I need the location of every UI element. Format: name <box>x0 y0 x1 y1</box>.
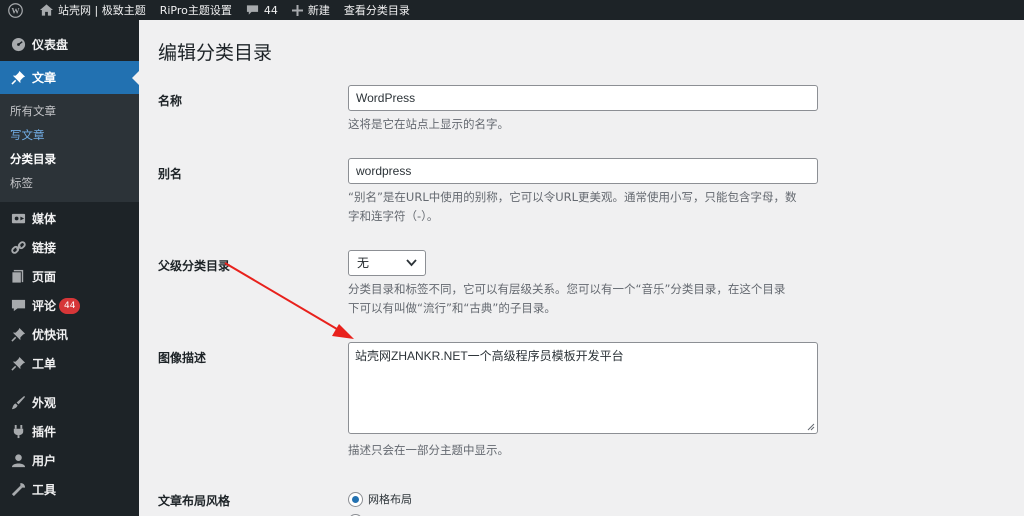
slug-description-line-1: “别名”是在URL中使用的别称，它可以令URL更美观。通常使用小写，只能包含字母… <box>348 190 797 204</box>
menu-comments-label: 评论 <box>32 299 57 313</box>
admin-sidebar: 仪表盘 文章 所有文章 写文章 分类目录 标签 媒体 链接 页面 评论 44 优… <box>0 20 139 516</box>
site-name: 站壳网 | 极致主题 <box>58 4 146 17</box>
site-name-menu[interactable]: 站壳网 | 极致主题 <box>33 0 153 20</box>
menu-comments[interactable]: 评论 44 <box>0 291 139 320</box>
chevron-down-icon <box>406 259 417 267</box>
parent-description-line-1: 分类目录和标签不同，它可以有层级关系。您可以有一个“音乐”分类目录，在这个目录 <box>348 282 786 296</box>
comment-bubble-icon <box>246 5 258 15</box>
menu-media-label: 媒体 <box>32 212 57 226</box>
menu-users-label: 用户 <box>32 454 57 468</box>
submenu-categories[interactable]: 分类目录 <box>0 147 139 171</box>
layout-option-grid-label: 网格布局 <box>368 493 412 506</box>
menu-tools-label: 工具 <box>32 483 57 497</box>
wrench-icon <box>10 482 26 498</box>
submenu-all-posts[interactable]: 所有文章 <box>0 99 139 123</box>
name-input[interactable]: WordPress <box>348 85 818 111</box>
pushpin-icon <box>10 356 26 372</box>
menu-plugins[interactable]: 插件 <box>0 417 139 446</box>
menu-posts[interactable]: 文章 <box>0 61 139 94</box>
comments-count: 44 <box>263 3 278 17</box>
theme-settings-menu[interactable]: RiPro主题设置 <box>153 0 239 20</box>
menu-media[interactable]: 媒体 <box>0 204 139 233</box>
menu-appearance-label: 外观 <box>32 396 57 410</box>
new-content-menu[interactable]: 新建 <box>285 0 337 20</box>
pushpin-icon <box>10 327 26 343</box>
theme-settings-label: RiPro主题设置 <box>159 4 232 17</box>
resize-handle-icon[interactable] <box>807 423 815 431</box>
plug-icon <box>10 424 26 440</box>
wordpress-logo-icon: W <box>8 2 23 18</box>
pushpin-icon <box>10 70 26 86</box>
pages-icon <box>10 269 26 285</box>
dashboard-gauge-icon <box>10 37 26 53</box>
page-title: 编辑分类目录 <box>158 42 273 64</box>
slug-description-line-2: 字和连字符（-）。 <box>348 209 439 223</box>
menu-dashboard-label: 仪表盘 <box>32 38 69 52</box>
media-icon <box>10 211 26 227</box>
posts-submenu: 所有文章 写文章 分类目录 标签 <box>0 94 139 202</box>
menu-youkuaixun[interactable]: 优快讯 <box>0 320 139 349</box>
image-description-label: 图像描述 <box>158 351 207 365</box>
name-label: 名称 <box>158 94 183 108</box>
menu-youkuaixun-label: 优快讯 <box>32 328 69 342</box>
view-category-label: 查看分类目录 <box>343 4 410 17</box>
user-icon <box>10 453 26 469</box>
view-category-link[interactable]: 查看分类目录 <box>337 0 417 20</box>
link-icon <box>10 240 26 256</box>
parent-category-select[interactable]: 无 <box>348 250 426 276</box>
new-label: 新建 <box>307 4 330 17</box>
admin-bar: W 站壳网 | 极致主题 RiPro主题设置 44 新建 查看分类目录 <box>0 0 1024 20</box>
menu-tools[interactable]: 工具 <box>0 475 139 504</box>
paintbrush-icon <box>10 395 26 411</box>
wordpress-logo-menu[interactable]: W <box>0 0 33 20</box>
name-description: 这将是它在站点上显示的名字。 <box>348 117 509 131</box>
submenu-write-post[interactable]: 写文章 <box>0 123 139 147</box>
menu-pages-label: 页面 <box>32 270 57 284</box>
slug-label: 别名 <box>158 167 183 181</box>
menu-tickets[interactable]: 工单 <box>0 349 139 378</box>
svg-text:W: W <box>11 6 20 15</box>
radio-checked[interactable] <box>348 491 363 507</box>
plus-icon <box>291 4 303 16</box>
post-layout-label: 文章布局风格 <box>158 494 231 508</box>
parent-category-label: 父级分类目录 <box>158 259 231 273</box>
menu-appearance[interactable]: 外观 <box>0 388 139 417</box>
edit-category-form: 编辑分类目录 名称 WordPress 这将是它在站点上显示的名字。 别名 wo… <box>139 20 1024 516</box>
parent-description-line-2: 下可以有叫做“流行”和“古典”的子目录。 <box>348 301 556 315</box>
menu-pages[interactable]: 页面 <box>0 262 139 291</box>
menu-users[interactable]: 用户 <box>0 446 139 475</box>
menu-dashboard[interactable]: 仪表盘 <box>0 28 139 61</box>
menu-links[interactable]: 链接 <box>0 233 139 262</box>
image-description-textarea[interactable]: 站壳网ZHANKR.NET一个高级程序员模板开发平台 <box>348 342 818 434</box>
menu-tickets-label: 工单 <box>32 357 57 371</box>
menu-links-label: 链接 <box>32 241 57 255</box>
image-description-help: 描述只会在一部分主题中显示。 <box>348 443 509 457</box>
comments-icon <box>10 298 26 314</box>
comments-badge: 44 <box>59 297 81 314</box>
submenu-tags[interactable]: 标签 <box>0 171 139 195</box>
slug-input[interactable]: wordpress <box>348 158 818 184</box>
parent-category-selected: 无 <box>357 256 370 270</box>
menu-plugins-label: 插件 <box>32 425 57 439</box>
home-icon <box>40 4 53 16</box>
menu-posts-label: 文章 <box>32 71 57 85</box>
layout-option-grid[interactable]: 网格布局 <box>348 491 412 507</box>
image-description-text: 站壳网ZHANKR.NET一个高级程序员模板开发平台 <box>355 349 624 363</box>
comments-menu[interactable]: 44 <box>239 0 285 20</box>
